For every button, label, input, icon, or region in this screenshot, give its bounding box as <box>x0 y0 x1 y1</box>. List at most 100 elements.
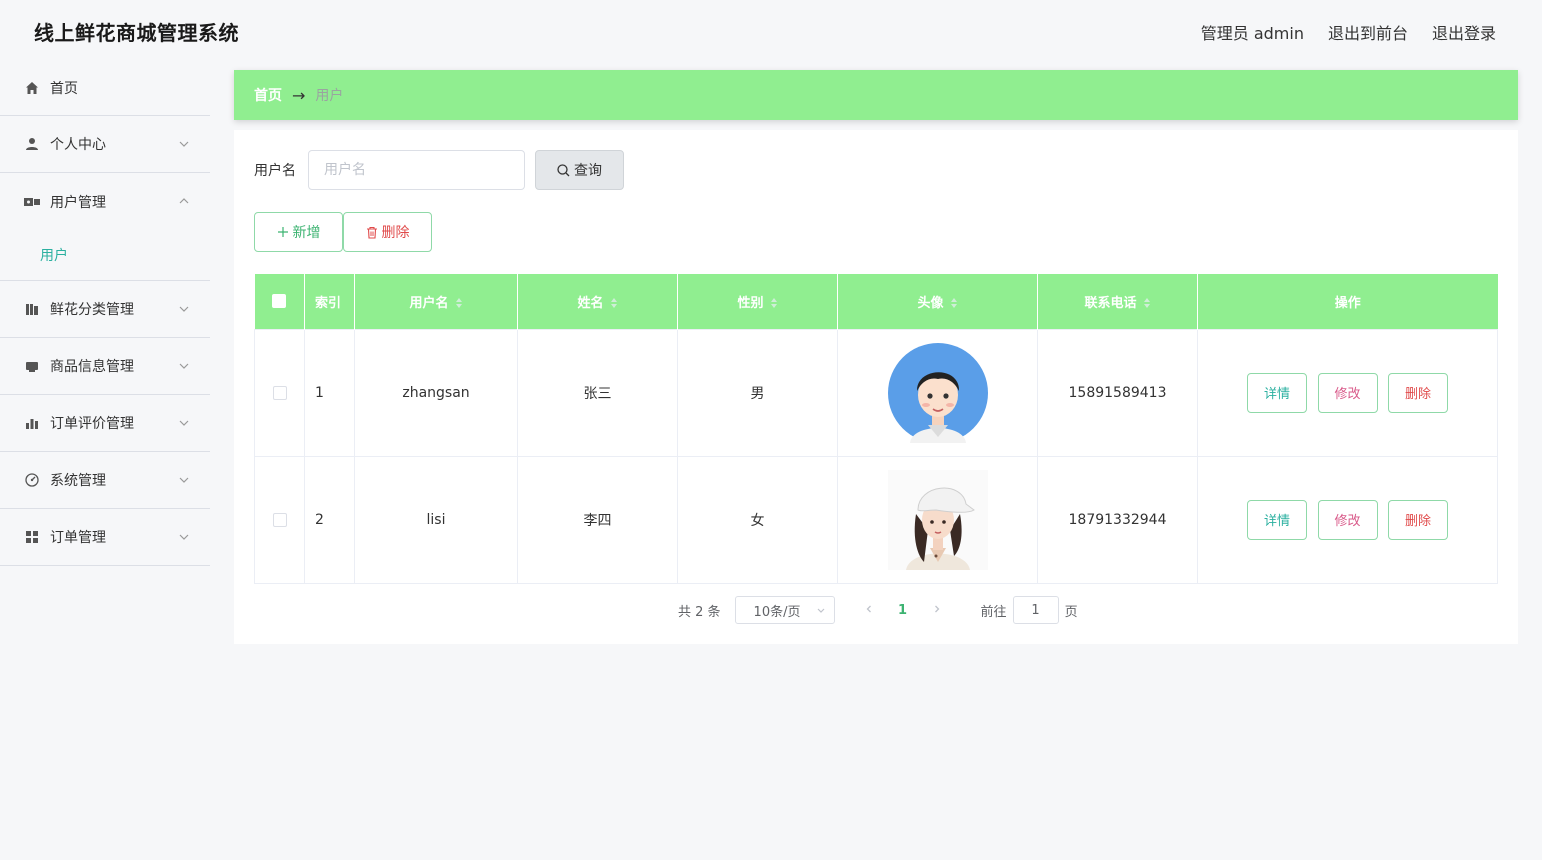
user-table: 索引 用户名 姓名 性别 头像 联系电话 操作 1 zhangsan 张三 男 <box>254 274 1498 584</box>
column-header-phone[interactable]: 联系电话 <box>1037 274 1198 329</box>
chevron-down-icon <box>179 534 189 540</box>
table-header-row: 索引 用户名 姓名 性别 头像 联系电话 操作 <box>254 274 1498 329</box>
cell-index: 2 <box>304 455 355 584</box>
sidebar-item-user-management[interactable]: 用户管理 <box>0 173 210 230</box>
sidebar-item-system[interactable]: 系统管理 <box>0 452 210 509</box>
sidebar: 首页 个人中心 用户管理 用户 鲜花分类管理 商品信息管理 订单评价管理 系统管… <box>0 60 210 860</box>
search-row: 用户名 查询 <box>254 150 624 190</box>
category-icon <box>24 301 40 317</box>
app-title: 线上鲜花商城管理系统 <box>34 21 239 45</box>
sort-icon <box>770 298 777 309</box>
cell-gender: 男 <box>677 328 838 457</box>
plus-icon <box>277 227 288 237</box>
main-content: 用户名 查询 新增 删除 索引 用户名 姓名 性别 头像 联系电话 操 <box>234 130 1518 644</box>
cell-index: 1 <box>304 328 355 457</box>
column-header-index: 索引 <box>304 274 355 329</box>
row-select-cell <box>254 455 305 584</box>
search-icon <box>557 163 570 176</box>
detail-button[interactable]: 详情 <box>1247 372 1308 413</box>
sort-icon <box>455 298 462 309</box>
sidebar-item-flower-category[interactable]: 鲜花分类管理 <box>0 281 210 338</box>
current-page[interactable]: 1 <box>889 603 917 618</box>
sort-icon <box>610 298 617 309</box>
sidebar-item-label: 系统管理 <box>50 473 106 489</box>
column-header-name[interactable]: 姓名 <box>517 274 678 329</box>
row-checkbox[interactable] <box>272 512 287 527</box>
chevron-down-icon <box>179 477 189 483</box>
breadcrumb-home[interactable]: 首页 <box>254 85 282 105</box>
column-header-label: 姓名 <box>577 295 604 311</box>
prev-page-button[interactable] <box>855 603 883 618</box>
detail-button[interactable]: 详情 <box>1247 499 1308 540</box>
sidebar-item-label: 鲜花分类管理 <box>50 302 134 318</box>
logout-link[interactable]: 退出登录 <box>1432 20 1496 44</box>
breadcrumb: 首页 → 用户 <box>234 70 1518 120</box>
goto-label: 前往 <box>980 604 1007 620</box>
sort-icon <box>950 298 957 309</box>
sidebar-item-label: 订单管理 <box>50 530 106 546</box>
goto-page: 前往 页 <box>981 596 1078 624</box>
query-button-label: 查询 <box>574 163 602 179</box>
select-all-checkbox[interactable] <box>272 294 287 309</box>
batch-delete-button-label: 删除 <box>381 225 410 241</box>
top-links: 管理员 admin 退出到前台 退出登录 <box>1201 20 1496 44</box>
chevron-down-icon <box>179 306 189 312</box>
row-checkbox[interactable] <box>272 385 287 400</box>
column-header-actions: 操作 <box>1197 274 1498 329</box>
chevron-down-icon <box>179 363 189 369</box>
table-row: 1 zhangsan 张三 男 15891589413 详情 修改 删除 <box>254 328 1498 457</box>
column-header-username[interactable]: 用户名 <box>354 274 518 329</box>
cell-avatar <box>837 455 1038 584</box>
female-avatar[interactable] <box>887 469 988 570</box>
action-row: 新增 删除 <box>254 212 432 252</box>
cell-actions: 详情 修改 删除 <box>1197 455 1498 584</box>
delete-button[interactable]: 删除 <box>1387 499 1448 540</box>
page-size-select[interactable]: 10条/页 <box>734 596 835 624</box>
sidebar-item-goods-info[interactable]: 商品信息管理 <box>0 338 210 395</box>
sidebar-group-user-management: 用户管理 用户 <box>0 173 210 281</box>
male-avatar[interactable] <box>887 342 988 443</box>
column-header-avatar[interactable]: 头像 <box>837 274 1038 329</box>
cell-avatar <box>837 328 1038 457</box>
user-icon <box>24 136 40 152</box>
column-header-gender[interactable]: 性别 <box>677 274 838 329</box>
cell-name: 张三 <box>517 328 678 457</box>
search-label: 用户名 <box>254 163 296 179</box>
next-page-button[interactable] <box>923 603 951 618</box>
search-input[interactable] <box>308 150 525 190</box>
batch-delete-button[interactable]: 删除 <box>343 212 432 252</box>
sidebar-item-personal-center[interactable]: 个人中心 <box>0 116 210 173</box>
cell-name: 李四 <box>517 455 678 584</box>
chevron-down-icon <box>179 420 189 426</box>
edit-button[interactable]: 修改 <box>1317 499 1378 540</box>
sidebar-item-label: 商品信息管理 <box>50 359 134 375</box>
cell-actions: 详情 修改 删除 <box>1197 328 1498 457</box>
cell-phone: 15891589413 <box>1037 328 1198 457</box>
edit-button[interactable]: 修改 <box>1317 372 1378 413</box>
select-all-cell <box>254 274 305 329</box>
admin-label: 管理员 admin <box>1200 24 1304 43</box>
query-button[interactable]: 查询 <box>535 150 624 190</box>
breadcrumb-arrow: → <box>292 85 306 105</box>
sidebar-item-order-review[interactable]: 订单评价管理 <box>0 395 210 452</box>
add-button[interactable]: 新增 <box>254 212 343 252</box>
table-row: 2 lisi 李四 女 18791332944 详情 修改 删除 <box>254 455 1498 584</box>
chevron-left-icon <box>866 605 871 612</box>
chevron-down-icon <box>179 141 189 147</box>
users-icon <box>24 194 40 210</box>
chart-icon <box>24 415 40 431</box>
to-front-link[interactable]: 退出到前台 <box>1328 20 1408 44</box>
goto-page-input[interactable] <box>1012 596 1059 624</box>
page-size-value: 10条/页 <box>753 604 801 620</box>
breadcrumb-current: 用户 <box>315 88 344 104</box>
sidebar-item-label: 首页 <box>50 80 78 97</box>
sidebar-item-label: 订单评价管理 <box>50 416 134 432</box>
delete-button[interactable]: 删除 <box>1387 372 1448 413</box>
sidebar-item-label: 个人中心 <box>50 137 106 153</box>
cell-username: lisi <box>354 455 518 584</box>
sidebar-item-order-management[interactable]: 订单管理 <box>0 509 210 566</box>
sidebar-subitem-user[interactable]: 用户 <box>0 230 210 280</box>
sidebar-item-home[interactable]: 首页 <box>0 60 210 116</box>
cell-username: zhangsan <box>354 328 518 457</box>
top-bar: 线上鲜花商城管理系统 管理员 admin 退出到前台 退出登录 <box>0 0 1542 60</box>
